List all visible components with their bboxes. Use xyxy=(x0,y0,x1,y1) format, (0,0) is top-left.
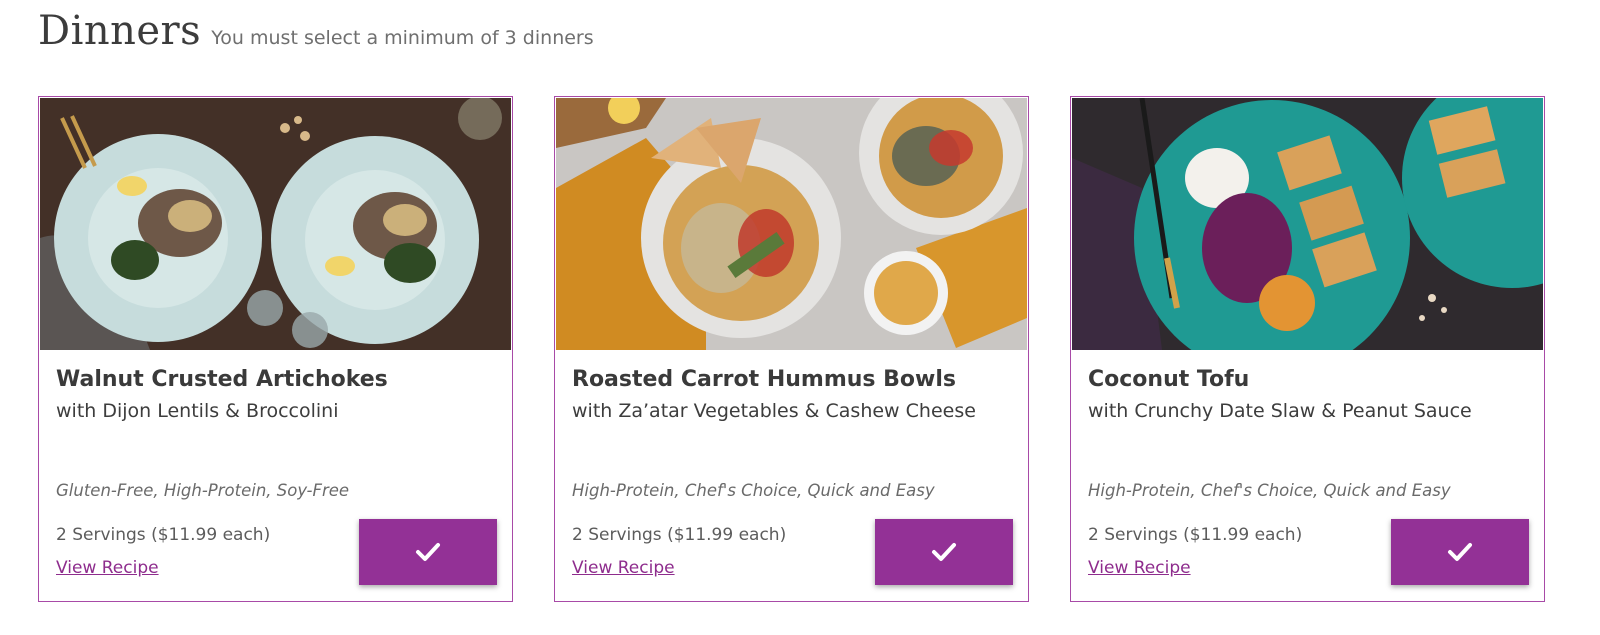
view-recipe-link[interactable]: View Recipe xyxy=(56,558,159,578)
meal-tags: High-Protein, Chef's Choice, Quick and E… xyxy=(572,481,935,500)
checkmark-icon xyxy=(416,543,440,561)
meal-selected-button[interactable] xyxy=(359,519,497,585)
meal-price: 2 Servings ($11.99 each) xyxy=(1088,525,1303,545)
meal-selected-button[interactable] xyxy=(1391,519,1529,585)
meal-subtitle: with Za’atar Vegetables & Cashew Cheese xyxy=(572,400,976,422)
checkmark-icon xyxy=(1448,543,1472,561)
meal-title: Coconut Tofu xyxy=(1088,367,1250,392)
selection-requirement-text: You must select a minimum of 3 dinners xyxy=(211,27,594,49)
meal-photo xyxy=(1072,98,1543,350)
meal-card[interactable]: Roasted Carrot Hummus Bowls with Za’atar… xyxy=(554,96,1029,602)
meal-card[interactable]: Walnut Crusted Artichokes with Dijon Len… xyxy=(38,96,513,602)
meal-selected-button[interactable] xyxy=(875,519,1013,585)
section-header: Dinners You must select a minimum of 3 d… xyxy=(38,8,594,54)
meal-photo xyxy=(40,98,511,350)
meal-photo xyxy=(556,98,1027,350)
meal-price: 2 Servings ($11.99 each) xyxy=(56,525,271,545)
meal-card[interactable]: Coconut Tofu with Crunchy Date Slaw & Pe… xyxy=(1070,96,1545,602)
meal-tags: High-Protein, Chef's Choice, Quick and E… xyxy=(1088,481,1451,500)
meal-subtitle: with Dijon Lentils & Broccolini xyxy=(56,400,339,422)
meal-title: Walnut Crusted Artichokes xyxy=(56,367,388,392)
meal-price: 2 Servings ($11.99 each) xyxy=(572,525,787,545)
meal-tags: Gluten-Free, High-Protein, Soy-Free xyxy=(56,481,350,500)
checkmark-icon xyxy=(932,543,956,561)
view-recipe-link[interactable]: View Recipe xyxy=(572,558,675,578)
view-recipe-link[interactable]: View Recipe xyxy=(1088,558,1191,578)
meal-title: Roasted Carrot Hummus Bowls xyxy=(572,367,957,392)
page-title: Dinners xyxy=(38,8,202,54)
meal-subtitle: with Crunchy Date Slaw & Peanut Sauce xyxy=(1088,400,1472,422)
